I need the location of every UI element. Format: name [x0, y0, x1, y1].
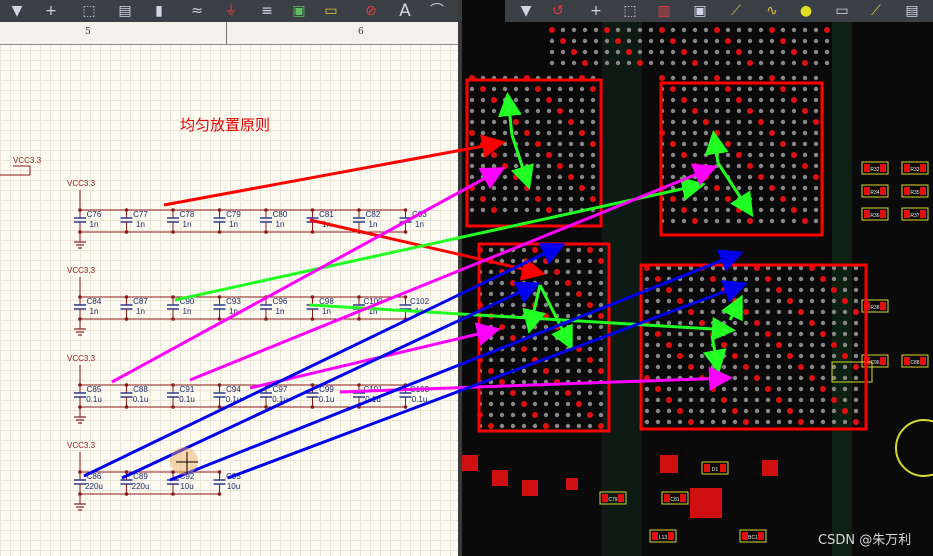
annotation-overlay: [83, 78, 868, 482]
red-arrow: [163, 134, 506, 207]
watermark: CSDN @朱万利: [818, 533, 912, 548]
green-arrow: [309, 303, 736, 341]
magenta-arrow: [111, 167, 506, 384]
green-arrow: [522, 284, 546, 334]
placement-box: [465, 78, 603, 228]
green-arrow: [704, 130, 729, 164]
magenta-arrow: [189, 163, 718, 382]
green-arrow: [538, 284, 573, 351]
blue-arrow: [169, 249, 744, 482]
green-arrow: [510, 134, 534, 190]
green-arrow: [716, 162, 754, 218]
placement-box: [477, 242, 611, 433]
green-arrow: [174, 177, 706, 302]
placement-box: [659, 81, 824, 237]
green-arrow: [498, 92, 522, 136]
cursor-highlight: [170, 447, 198, 475]
placement-box: [639, 263, 868, 431]
green-arrow: [702, 335, 727, 374]
green-arrow: [721, 294, 743, 322]
